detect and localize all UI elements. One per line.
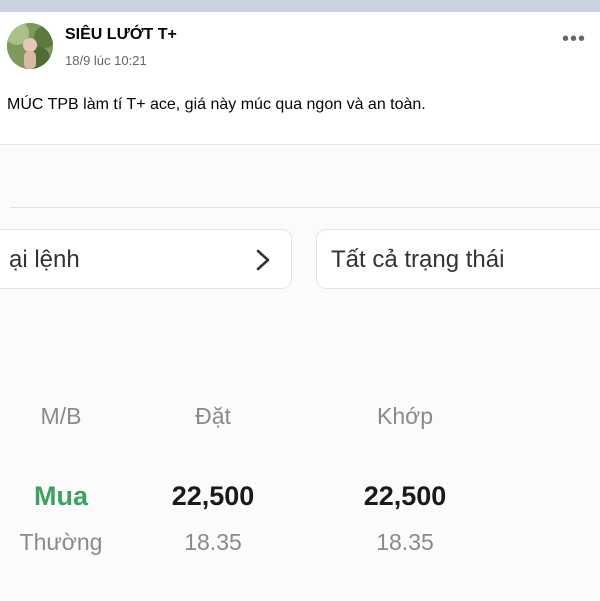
order-type-dropdown[interactable]: ại lệnh: [0, 229, 292, 289]
column-header-side: M/B: [40, 403, 82, 429]
attached-screenshot[interactable]: ại lệnh Tất cả trạng thái M/B Đặt Khớp M…: [0, 144, 600, 601]
status-dropdown[interactable]: Tất cả trạng thái: [316, 229, 600, 289]
post-author[interactable]: SIÊU LƯỚT T+: [65, 26, 177, 44]
order-side: Mua: [34, 481, 88, 511]
divider: [10, 207, 600, 208]
post-card: SIÊU LƯỚT T+ 18/9 lúc 10:21 ••• MÚC TPB …: [0, 12, 600, 601]
order-kind: Thường: [19, 529, 103, 555]
more-horizontal-icon[interactable]: •••: [558, 29, 590, 49]
column-header-match: Khớp: [376, 403, 433, 429]
order-price: 22,500: [171, 481, 255, 511]
match-sub-value: 18.35: [376, 529, 434, 555]
order-type-label: ại lệnh: [9, 246, 80, 273]
top-strip: [0, 0, 600, 12]
avatar-image: [7, 23, 53, 69]
match-price: 22,500: [363, 481, 447, 511]
order-sub-value: 18.35: [184, 529, 242, 555]
post-caption: MÚC TPB làm tí T+ ace, giá này múc qua n…: [7, 96, 426, 113]
avatar[interactable]: [7, 23, 53, 69]
column-header-order: Đặt: [195, 403, 231, 429]
post-timestamp[interactable]: 18/9 lúc 10:21: [65, 53, 147, 68]
chevron-right-icon: [256, 249, 270, 271]
status-label: Tất cả trạng thái: [331, 246, 505, 273]
